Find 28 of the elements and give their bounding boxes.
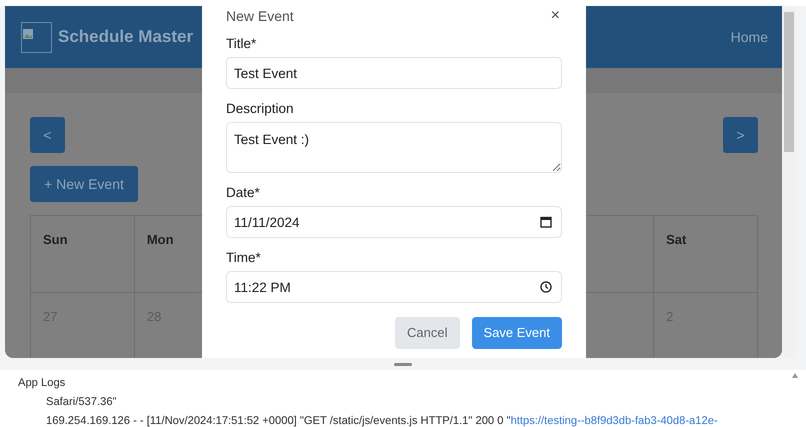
resize-handle[interactable] xyxy=(394,362,412,366)
log-line: 169.254.169.126 - - [11/Nov/2024:17:51:52 +0000] "GET /static/js/events.js HTTP/1.1" 200 0 "https://testing--b8f9d3db-fab3-40d8-a12e- xyxy=(45,414,719,427)
save-button[interactable]: Save Event xyxy=(472,317,562,348)
field-label: Description xyxy=(226,101,295,117)
cancel-button[interactable]: Cancel xyxy=(395,317,460,348)
broken-image-icon xyxy=(21,22,52,52)
log-link[interactable]: https://testing--b8f9d3db-fab3-40d8-a12e- xyxy=(510,415,718,427)
field-label: Title* xyxy=(226,36,258,52)
next-button[interactable]: > xyxy=(723,117,758,153)
day-header: Sat xyxy=(654,215,758,292)
clock-icon[interactable] xyxy=(540,281,552,293)
scroll-up-icon[interactable] xyxy=(792,373,798,378)
title-field[interactable]: Test Event xyxy=(226,57,562,89)
field-label: Date* xyxy=(226,185,261,201)
brand-title: Schedule Master xyxy=(58,26,194,48)
log-line: Safari/537.36" xyxy=(45,395,118,410)
date-field[interactable]: 11/11/2024 xyxy=(226,206,562,238)
nav-link[interactable]: Home xyxy=(730,26,768,48)
calendar-icon[interactable] xyxy=(540,216,552,228)
day-header: Sun xyxy=(31,215,135,292)
description-field[interactable]: Test Event :) xyxy=(226,122,562,173)
logs-title: App Logs xyxy=(18,376,66,391)
time-field[interactable]: 11:22 PM xyxy=(226,271,562,303)
new-event-button[interactable]: + New Event xyxy=(30,166,138,202)
close-button[interactable]: × xyxy=(548,8,562,24)
modal-title: New Event xyxy=(226,8,294,24)
scrollbar[interactable] xyxy=(782,6,796,358)
previous-button[interactable]: < xyxy=(30,117,65,153)
